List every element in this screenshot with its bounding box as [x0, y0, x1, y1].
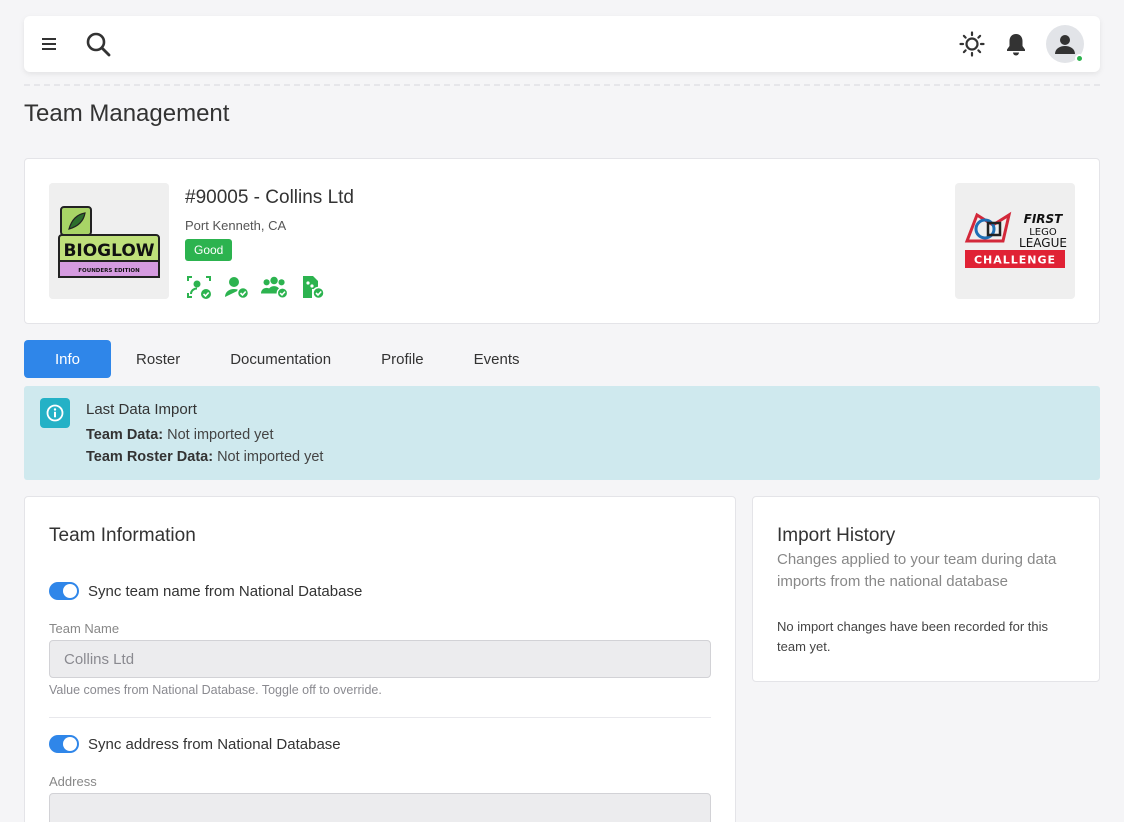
import-history-title: Import History — [777, 525, 896, 546]
team-location: Port Kenneth, CA — [185, 218, 287, 233]
team-name-help: Value comes from National Database. Togg… — [49, 683, 382, 697]
user-icon — [1055, 35, 1075, 54]
section-divider — [49, 717, 711, 718]
team-tabs: Info Roster Documentation Profile Events — [24, 340, 545, 378]
program-logo-line1: FIRST — [1024, 212, 1064, 226]
info-icon — [40, 398, 70, 428]
team-number-name: #90005 - Collins Ltd — [185, 187, 354, 208]
online-status-dot — [1075, 54, 1084, 63]
group-check-icon[interactable] — [261, 273, 289, 301]
alert-title: Last Data Import — [86, 401, 197, 418]
program-logo-line3: LEAGUE — [1019, 236, 1067, 250]
team-information-card: Team Information Sync team name from Nat… — [24, 496, 736, 822]
header-divider — [24, 84, 1100, 86]
sync-name-row: Sync team name from National Database — [49, 582, 362, 600]
user-scan-check-icon[interactable] — [185, 273, 213, 301]
import-history-subtitle: Changes applied to your team during data… — [777, 551, 1057, 590]
team-summary-card: BIOGLOW FOUNDERS EDITION #90005 - Collin… — [24, 158, 1100, 324]
tab-documentation[interactable]: Documentation — [205, 340, 356, 378]
import-history-empty: No import changes have been recorded for… — [777, 619, 1048, 654]
team-name-input[interactable] — [49, 640, 711, 678]
sync-address-row: Sync address from National Database — [49, 735, 341, 753]
tab-info[interactable]: Info — [24, 340, 112, 378]
last-import-alert: Last Data Import Team Data: Not imported… — [24, 386, 1100, 480]
sync-address-toggle[interactable] — [49, 735, 79, 753]
top-app-bar — [24, 16, 1100, 72]
tab-events[interactable]: Events — [449, 340, 545, 378]
document-check-icon[interactable] — [299, 273, 327, 301]
team-logo: BIOGLOW FOUNDERS EDITION — [49, 183, 169, 299]
page-title: Team Management — [24, 100, 230, 127]
address-input[interactable] — [49, 793, 711, 822]
team-information-title: Team Information — [49, 525, 196, 546]
sync-name-toggle[interactable] — [49, 582, 79, 600]
import-history-card: Import History Changes applied to your t… — [752, 496, 1100, 682]
status-badge: Good — [185, 239, 233, 261]
roster-data-label: Team Roster Data: — [86, 449, 214, 465]
program-logo-banner: CHALLENGE — [974, 254, 1056, 267]
team-logo-subtext: FOUNDERS EDITION — [78, 268, 140, 274]
sun-icon[interactable] — [958, 30, 986, 58]
status-icons — [185, 273, 327, 301]
tab-profile[interactable]: Profile — [356, 340, 449, 378]
roster-data-value: Not imported yet — [217, 449, 324, 465]
team-data-status: Team Data: Not imported yet — [86, 427, 274, 443]
team-name-label: Team Name — [49, 621, 120, 636]
program-logo: FIRST LEGO LEAGUE CHALLENGE — [955, 183, 1075, 299]
sync-address-label: Sync address from National Database — [88, 735, 341, 753]
team-data-label: Team Data: — [86, 427, 164, 443]
sync-name-label: Sync team name from National Database — [88, 582, 363, 600]
address-label: Address — [49, 774, 97, 789]
user-check-icon[interactable] — [223, 273, 251, 301]
search-icon[interactable] — [84, 30, 112, 58]
roster-data-status: Team Roster Data: Not imported yet — [86, 449, 323, 465]
team-data-value: Not imported yet — [167, 427, 274, 443]
hamburger-menu-icon[interactable] — [40, 34, 58, 54]
bell-icon[interactable] — [1004, 31, 1028, 57]
user-avatar[interactable] — [1046, 25, 1084, 63]
team-logo-text: BIOGLOW — [63, 241, 154, 261]
tab-roster[interactable]: Roster — [111, 340, 205, 378]
